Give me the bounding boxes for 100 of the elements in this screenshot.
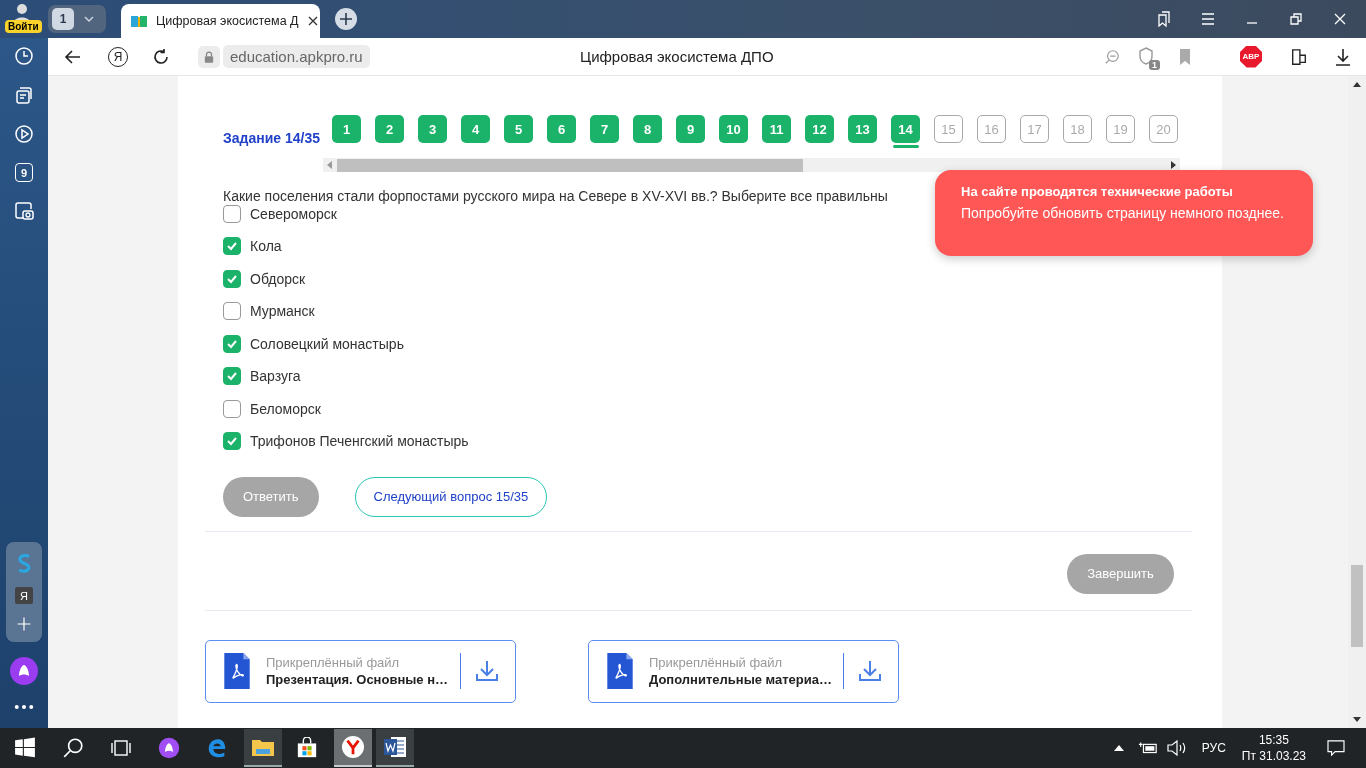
windows-start-icon[interactable] — [14, 737, 36, 759]
store-icon[interactable] — [296, 737, 318, 759]
option-label: Кола — [250, 238, 282, 254]
horizontal-scrollbar[interactable] — [323, 158, 1180, 172]
question-number-button[interactable]: 18 — [1063, 115, 1092, 143]
question-text: Какие поселения стали форпостами русского мира на Севере в XV-XVI вв.? Выберите все правильны — [223, 188, 888, 204]
assistant-icon[interactable] — [158, 737, 180, 759]
reload-icon[interactable] — [152, 47, 170, 66]
plus-icon[interactable] — [16, 616, 32, 633]
question-number-button[interactable]: 20 — [1149, 115, 1178, 143]
assistant-icon[interactable] — [10, 657, 38, 685]
attachment-name: Дополнительные материа… — [649, 672, 833, 687]
scroll-thumb[interactable] — [337, 158, 803, 172]
question-number-button[interactable]: 8 — [633, 115, 662, 143]
tab-title: Цифровая экосистема Д — [156, 14, 299, 28]
question-number-button[interactable]: 7 — [590, 115, 619, 143]
question-number-button[interactable]: 19 — [1106, 115, 1135, 143]
question-number-button[interactable]: 17 — [1020, 115, 1049, 143]
back-icon[interactable] — [64, 47, 82, 66]
battery-icon[interactable] — [1137, 740, 1158, 756]
new-tab-button[interactable] — [335, 8, 357, 30]
pdf-file-icon — [607, 653, 633, 689]
url-field[interactable]: education.apkpro.ru — [223, 45, 370, 68]
next-question-button[interactable]: Следующий вопрос 15/35 — [354, 476, 548, 517]
question-number-button[interactable]: 13 — [848, 115, 877, 143]
attachment-name: Презентация. Основные н… — [266, 672, 450, 687]
vertical-scrollbar[interactable] — [1348, 76, 1366, 728]
checkbox[interactable] — [223, 237, 241, 255]
toast-message: Попробуйте обновить страницу немного позднее. — [961, 204, 1285, 223]
close-icon[interactable] — [1332, 11, 1348, 27]
option-label: Беломорск — [250, 400, 321, 417]
checkbox[interactable] — [223, 334, 241, 353]
zoom-out-icon[interactable] — [1104, 48, 1120, 65]
question-number-button[interactable]: 5 — [504, 115, 533, 143]
question-number-button[interactable]: 15 — [934, 115, 963, 143]
question-number-button[interactable]: 9 — [676, 115, 705, 143]
toast-title: На сайте проводятся технические работы — [961, 184, 1234, 199]
edge-icon[interactable] — [206, 737, 228, 759]
menu-icon[interactable] — [1200, 11, 1216, 27]
checkbox[interactable] — [223, 367, 241, 385]
clock-icon[interactable] — [14, 46, 34, 66]
bookmarks-icon[interactable] — [1156, 11, 1172, 27]
extension-icon[interactable] — [1290, 47, 1308, 66]
volume-icon[interactable] — [1165, 740, 1186, 756]
scroll-up-icon[interactable] — [1353, 82, 1361, 88]
attachment-caption: Прикреплённый файл — [649, 655, 784, 670]
question-number-button[interactable]: 3 — [418, 115, 447, 143]
word-button[interactable] — [376, 729, 414, 767]
scroll-right-icon[interactable] — [1170, 161, 1176, 169]
more-icon[interactable] — [14, 704, 34, 710]
question-number-button[interactable]: 2 — [375, 115, 404, 143]
clock[interactable]: 15:35 Пт 31.03.23 — [1241, 733, 1306, 763]
search-icon[interactable] — [62, 737, 84, 759]
yandex-icon[interactable]: Я — [15, 587, 33, 605]
checkbox[interactable] — [223, 302, 241, 320]
protect-badge: 1 — [1149, 59, 1160, 70]
notifications-icon[interactable] — [1326, 740, 1346, 756]
profile-button[interactable]: Войти — [0, 0, 44, 38]
caret-up-icon[interactable] — [1113, 745, 1124, 751]
caret-icon — [84, 16, 94, 22]
checkbox[interactable] — [223, 204, 241, 223]
checkbox[interactable] — [223, 432, 241, 450]
question-number-button[interactable]: 10 — [719, 115, 748, 143]
restore-icon[interactable] — [1288, 11, 1304, 27]
lock-button[interactable] — [198, 45, 220, 68]
collections-icon[interactable] — [14, 85, 34, 105]
y-logo-icon — [341, 736, 365, 758]
scroll-thumb[interactable] — [1351, 565, 1363, 647]
login-badge[interactable]: Войти — [5, 20, 42, 33]
checkbox[interactable] — [223, 399, 241, 418]
time-text: 15:35 — [1258, 733, 1289, 747]
question-number-button[interactable]: 16 — [977, 115, 1006, 143]
browser-taskbar-button[interactable] — [334, 729, 372, 767]
tab-count-button[interactable]: 1 — [48, 5, 106, 33]
file-explorer-button[interactable] — [244, 729, 282, 767]
task-view-icon[interactable] — [110, 737, 132, 759]
question-number-button[interactable]: 4 — [461, 115, 490, 143]
close-icon[interactable] — [307, 16, 318, 26]
task-counter: Задание 14/35 — [223, 130, 321, 146]
adblock-button[interactable]: ABP — [1240, 45, 1262, 68]
attachment-caption: Прикреплённый файл — [266, 655, 401, 670]
question-number-button[interactable]: 12 — [805, 115, 834, 143]
question-number-button[interactable]: 1 — [332, 115, 361, 143]
counter-icon[interactable]: 9 — [15, 163, 33, 182]
tab-count: 1 — [52, 8, 74, 30]
language-indicator[interactable]: РУС — [1201, 741, 1226, 755]
option-label: Соловецкий монастырь — [250, 335, 404, 352]
download-icon[interactable] — [1334, 47, 1352, 66]
question-number-button[interactable]: 14 — [891, 115, 920, 143]
screenshot-icon[interactable] — [14, 201, 34, 221]
browser-tab[interactable]: Цифровая экосистема Д — [121, 4, 320, 38]
protect-button[interactable]: 1 — [1138, 46, 1156, 67]
scroll-down-icon[interactable] — [1353, 716, 1361, 722]
pdf-file-icon — [224, 653, 250, 689]
book-icon — [131, 15, 147, 27]
checkbox[interactable] — [223, 269, 241, 288]
question-number-button[interactable]: 6 — [547, 115, 576, 143]
question-number-button[interactable]: 11 — [762, 115, 791, 143]
option-label: Обдорск — [250, 270, 306, 287]
play-icon[interactable] — [14, 124, 34, 144]
